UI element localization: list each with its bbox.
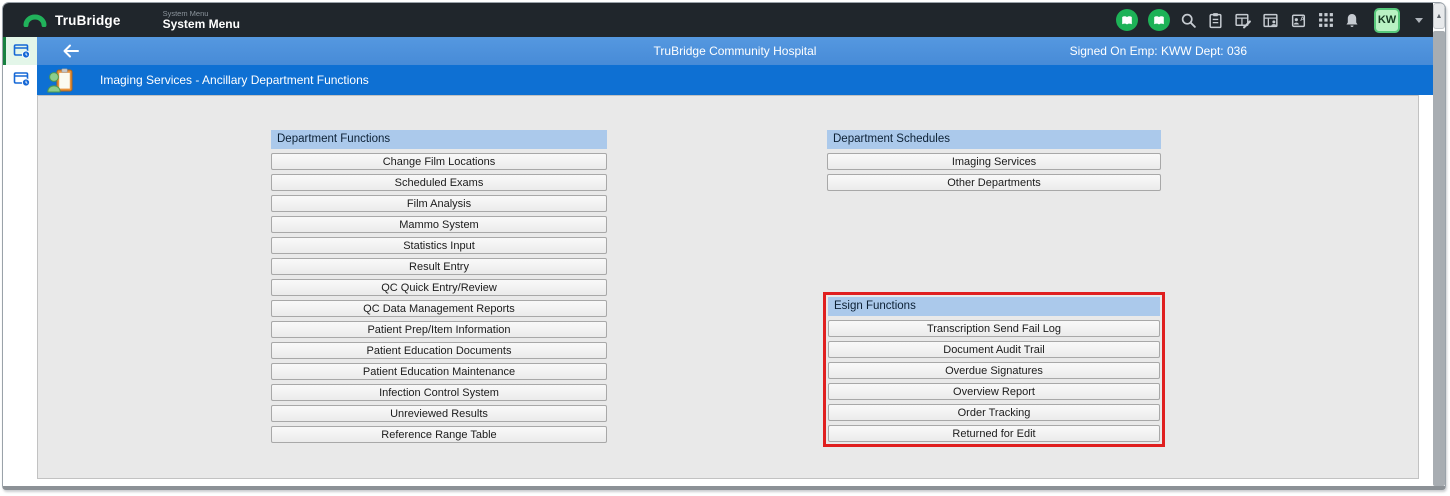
back-arrow-icon	[62, 44, 80, 58]
clipboard-icon[interactable]	[1207, 12, 1224, 29]
menu-button[interactable]: Unreviewed Results	[271, 405, 607, 422]
open-book-icon[interactable]	[1116, 9, 1138, 31]
document-index-icon[interactable]: A	[1290, 12, 1308, 29]
esign-functions-section: Esign Functions Transcription Send Fail …	[828, 297, 1160, 442]
scroll-up-button[interactable]: ▲	[1433, 3, 1445, 29]
menu-button[interactable]: QC Quick Entry/Review	[271, 279, 607, 296]
open-book-icon[interactable]	[1148, 9, 1170, 31]
signed-on-status: Signed On Emp: KWW Dept: 036	[1070, 44, 1247, 58]
menu-button[interactable]: Infection Control System	[271, 384, 607, 401]
window-history-icon	[13, 43, 31, 59]
menu-button[interactable]: Statistics Input	[271, 237, 607, 254]
section-buttons: Transcription Send Fail Log Document Audi…	[828, 320, 1160, 442]
menu-button[interactable]: Returned for Edit	[828, 425, 1160, 442]
menu-button[interactable]: Document Audit Trail	[828, 341, 1160, 358]
brand-name: TruBridge	[55, 13, 121, 28]
section-buttons: Imaging Services Other Departments	[827, 153, 1161, 191]
menu-button[interactable]: Patient Prep/Item Information	[271, 321, 607, 338]
menu-button[interactable]: Imaging Services	[827, 153, 1161, 170]
department-schedules-section: Department Schedules Imaging Services Oth…	[827, 130, 1161, 191]
back-button[interactable]	[62, 44, 80, 58]
breadcrumb: System Menu System Menu	[163, 9, 240, 31]
topbar-icon-group: A KW	[1116, 8, 1423, 33]
search-icon[interactable]	[1180, 12, 1197, 29]
menu-button[interactable]: Scheduled Exams	[271, 174, 607, 191]
body-row: TruBridge Community Hospital Signed On E…	[3, 37, 1433, 486]
sidebar-item-previous-screen[interactable]	[3, 65, 37, 93]
right-area: TruBridge Community Hospital Signed On E…	[37, 37, 1433, 486]
menu-button[interactable]: Film Analysis	[271, 195, 607, 212]
avatar-menu-caret-icon[interactable]	[1415, 18, 1423, 23]
department-functions-section: Department Functions Change Film Locatio…	[271, 130, 607, 443]
svg-text:A: A	[1300, 16, 1305, 23]
app-window: TruBridge System Menu System Menu	[2, 2, 1446, 490]
table-edit-icon[interactable]	[1234, 12, 1252, 29]
page-header-bar: Imaging Services - Ancillary Department …	[37, 65, 1433, 95]
menu-button[interactable]: Result Entry	[271, 258, 607, 275]
section-header: Department Schedules	[827, 130, 1161, 149]
menu-panel: Department Functions Change Film Locatio…	[37, 95, 1419, 479]
content-area: Department Functions Change Film Locatio…	[37, 95, 1433, 486]
menu-button[interactable]: Overview Report	[828, 383, 1160, 400]
menu-button[interactable]: Other Departments	[827, 174, 1161, 191]
trubridge-logo-icon	[23, 14, 47, 27]
section-buttons: Change Film Locations Scheduled Exams Film…	[271, 153, 607, 443]
page-title: Imaging Services - Ancillary Department …	[100, 73, 369, 87]
menu-button[interactable]: Change Film Locations	[271, 153, 607, 170]
menu-button[interactable]: Order Tracking	[828, 404, 1160, 421]
section-header: Department Functions	[271, 130, 607, 149]
table-person-icon[interactable]	[1262, 12, 1280, 29]
menu-button[interactable]: Patient Education Documents	[271, 342, 607, 359]
breadcrumb-current: System Menu	[163, 18, 240, 31]
notifications-bell-icon[interactable]	[1344, 12, 1360, 29]
person-clipboard-icon	[47, 68, 74, 93]
menu-button[interactable]: QC Data Management Reports	[271, 300, 607, 317]
facility-bar: TruBridge Community Hospital Signed On E…	[37, 37, 1433, 65]
scrollbar-track[interactable]	[1433, 31, 1445, 486]
menu-button[interactable]: Patient Education Maintenance	[271, 363, 607, 380]
menu-button[interactable]: Transcription Send Fail Log	[828, 320, 1160, 337]
left-sidebar	[3, 37, 37, 486]
sidebar-item-current-screen[interactable]	[3, 37, 37, 65]
apps-grid-icon[interactable]	[1318, 12, 1334, 28]
main-column: TruBridge System Menu System Menu	[3, 3, 1433, 486]
menu-button[interactable]: Overdue Signatures	[828, 362, 1160, 379]
menu-button[interactable]: Reference Range Table	[271, 426, 607, 443]
window-history-icon	[13, 71, 31, 87]
esign-functions-highlight-box: Esign Functions Transcription Send Fail …	[823, 292, 1165, 447]
menu-button[interactable]: Mammo System	[271, 216, 607, 233]
top-app-bar: TruBridge System Menu System Menu	[3, 3, 1433, 37]
section-header: Esign Functions	[828, 297, 1160, 316]
user-avatar[interactable]: KW	[1374, 8, 1400, 33]
vertical-scrollbar[interactable]: ▲	[1433, 3, 1445, 486]
